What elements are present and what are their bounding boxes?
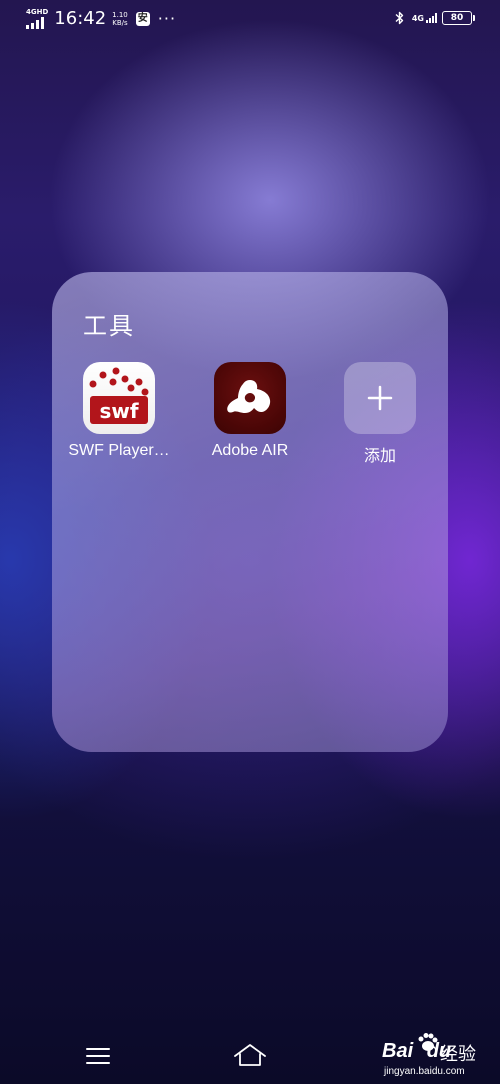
paw-icon [418, 1033, 438, 1051]
home-icon[interactable] [232, 1042, 268, 1068]
signal-icon [26, 16, 44, 29]
status-bar: 4GHD 16:42 1.10 KB/s 安 ··· 4G 80 [0, 0, 500, 40]
folder-title[interactable]: 工具 [83, 306, 135, 341]
swf-logo: swf [89, 367, 149, 424]
bluetooth-icon [395, 11, 404, 25]
speed-value: 1.10 [112, 10, 128, 19]
swf-logo-text: swf [99, 399, 138, 423]
baidu-jingyan-watermark: Bai du 经验 jingyan.baidu.com [382, 1030, 500, 1084]
speed-unit: KB/s [112, 18, 128, 27]
network-indicator: 4GHD [26, 7, 49, 29]
add-app-button[interactable]: 添加 [314, 362, 446, 466]
app-adobe-air[interactable]: Adobe AIR [184, 362, 316, 460]
more-notifications-icon: ··· [157, 8, 177, 28]
app-swf-player[interactable]: swf SWF Player… [53, 362, 185, 460]
status-right: 4G 80 [395, 11, 475, 25]
menu-icon[interactable] [86, 1046, 110, 1066]
cellular-signal-icon [426, 13, 437, 23]
clock: 16:42 [54, 8, 107, 29]
battery-icon: 80 [442, 11, 475, 25]
swf-player-icon[interactable]: swf [83, 362, 155, 434]
adobe-air-icon[interactable] [214, 362, 286, 434]
network-type: 4GHD [26, 7, 49, 16]
watermark-name: 经验 [440, 1044, 476, 1065]
plus-icon[interactable] [344, 362, 416, 434]
status-left: 4GHD 16:42 1.10 KB/s 安 ··· [26, 8, 176, 29]
notification-app-icon: 安 [135, 11, 150, 26]
network-speed: 1.10 KB/s [112, 11, 128, 27]
app-label: 添加 [363, 448, 396, 465]
adobe-air-logo [227, 380, 271, 413]
app-folder: 工具 swf SWF Player… Adobe AIR 添加 [52, 272, 448, 752]
app-label: SWF Player… [68, 442, 170, 459]
app-label: Adobe AIR [211, 442, 289, 459]
mobile-network-type: 4G [411, 13, 424, 23]
watermark-site: jingyan.baidu.com [384, 1066, 465, 1077]
